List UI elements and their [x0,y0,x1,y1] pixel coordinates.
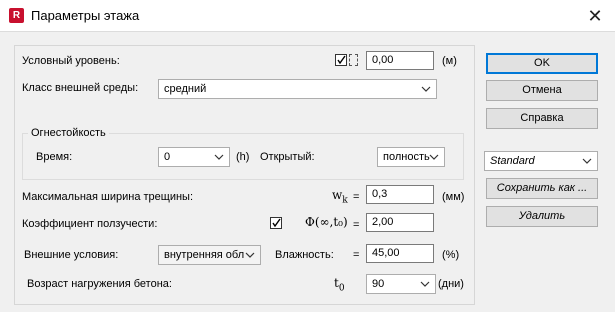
style-value: Standard [490,155,535,167]
ext-select[interactable]: внутренняя обл [158,245,261,265]
cancel-button[interactable]: Отмена [486,80,598,101]
window-title: Параметры этажа [31,8,140,23]
app-logo-icon: R [9,8,24,23]
level-check-alt[interactable] [349,54,358,66]
crack-eq: = [353,191,360,203]
chevron-down-icon [245,252,255,258]
age-symbol: t0 [334,276,345,294]
creep-label: Коэффициент ползучести: [22,218,158,230]
age-label: Возраст нагружения бетона: [27,278,172,290]
fire-time-value: 0 [164,151,171,163]
chevron-down-icon [214,154,224,160]
crack-unit: (мм) [442,191,465,203]
delete-button[interactable]: Удалить [486,206,598,227]
fire-open-label: Открытый: [260,151,315,163]
chevron-down-icon [420,281,430,287]
creep-eq: = [353,219,360,231]
ext-value: внутренняя обл [164,249,245,261]
style-select[interactable]: Standard [484,151,598,171]
env-class-label: Класс внешней среды: [22,82,139,94]
crack-label: Максимальная ширина трещины: [22,191,194,203]
env-class-select[interactable]: средний [158,79,437,99]
env-class-value: средний [164,83,207,95]
age-unit: (дни) [438,278,464,290]
age-value: 90 [372,278,385,290]
humidity-eq: = [353,249,360,261]
fire-time-unit: (h) [236,151,250,163]
humidity-unit: (%) [442,249,460,261]
chevron-down-icon [421,86,431,92]
close-icon[interactable]: ✕ [583,5,607,27]
fire-open-value: полность [383,151,430,163]
crack-input[interactable]: 0,3 [366,185,434,204]
level-label: Условный уровень: [22,55,120,67]
crack-symbol: wk [332,188,348,206]
level-unit: (м) [442,55,457,67]
ok-button[interactable]: OK [486,53,598,74]
age-select[interactable]: 90 [366,274,436,294]
creep-symbol: Φ(∞,t₀) [305,215,348,229]
chevron-down-icon [582,158,592,164]
save-as-button[interactable]: Сохранить как ... [486,178,598,199]
chevron-down-icon [429,154,439,160]
fire-time-select[interactable]: 0 [158,147,230,167]
fire-group-title: Огнестойкость [28,127,109,139]
creep-checkbox[interactable] [270,217,282,229]
level-checkbox[interactable] [335,54,347,66]
help-button[interactable]: Справка [486,108,598,129]
fire-open-select[interactable]: полность [377,147,445,167]
ext-label: Внешние условия: [24,249,119,261]
level-input[interactable]: 0,00 [366,51,434,70]
fire-time-label: Время: [36,151,73,163]
humidity-input[interactable]: 45,00 [366,244,434,263]
humidity-label: Влажность: [275,249,334,261]
creep-input[interactable]: 2,00 [366,213,434,232]
